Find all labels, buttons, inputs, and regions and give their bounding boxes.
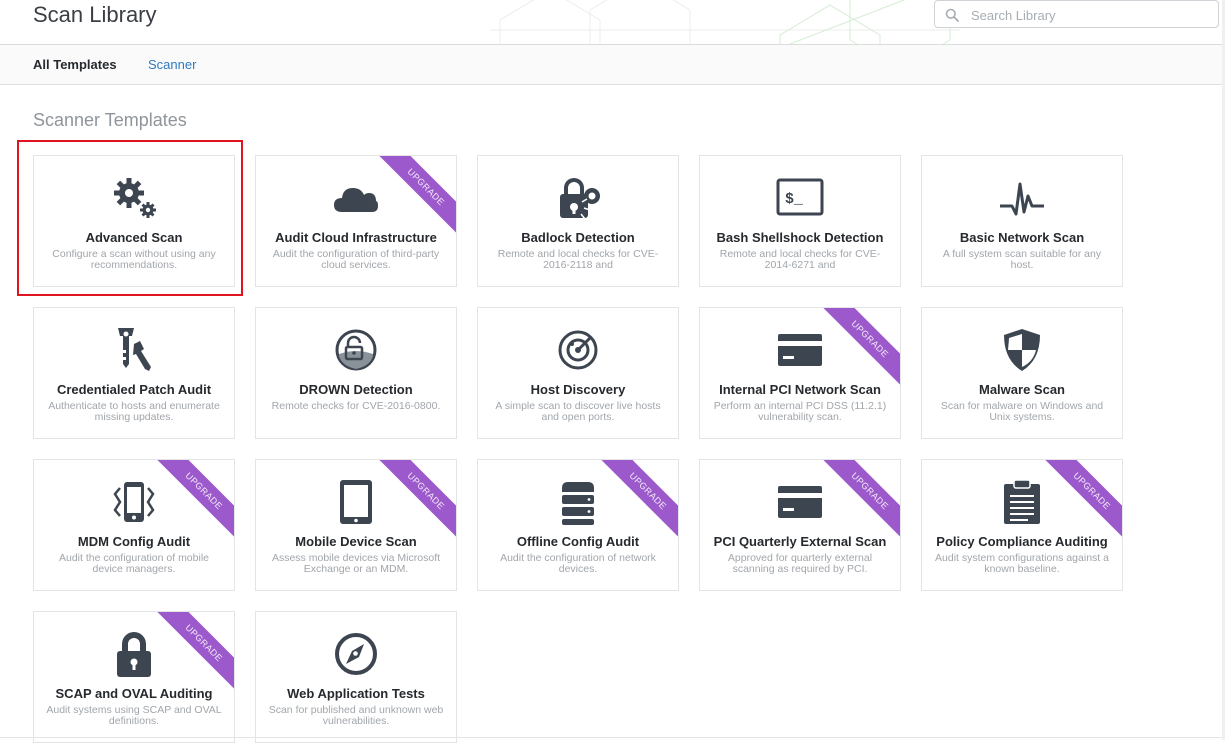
template-title: PCI Quarterly External Scan xyxy=(713,534,887,549)
template-title: Mobile Device Scan xyxy=(295,534,417,549)
upgrade-ribbon: UPGRADE xyxy=(376,460,456,540)
template-description: Audit system configurations against a kn… xyxy=(935,552,1109,575)
template-title: Advanced Scan xyxy=(85,230,183,245)
upgrade-ribbon-label: UPGRADE xyxy=(376,460,456,540)
upgrade-ribbon: UPGRADE xyxy=(820,460,900,540)
template-card-mobile-device-scan[interactable]: Mobile Device Scan Assess mobile devices … xyxy=(255,459,457,591)
template-description: Perform an internal PCI DSS (11.2.1) vul… xyxy=(713,400,887,423)
template-title: Policy Compliance Auditing xyxy=(936,534,1108,549)
footer-divider xyxy=(0,737,1225,738)
template-description: Scan for malware on Windows and Unix sys… xyxy=(940,400,1104,423)
template-title: Offline Config Audit xyxy=(516,534,640,549)
template-title: Malware Scan xyxy=(979,382,1065,397)
template-description: Approved for quarterly external scanning… xyxy=(727,552,873,575)
template-card-scap-and-oval-auditing[interactable]: SCAP and OVAL Auditing Audit systems usin… xyxy=(33,611,235,743)
template-card-basic-network-scan[interactable]: Basic Network Scan A full system scan sui… xyxy=(921,155,1123,287)
search-input[interactable] xyxy=(969,4,1213,26)
upgrade-ribbon-label: UPGRADE xyxy=(820,460,900,540)
upgrade-ribbon-label: UPGRADE xyxy=(154,612,234,692)
template-card-offline-config-audit[interactable]: Offline Config Audit Audit the configurat… xyxy=(477,459,679,591)
search-box[interactable] xyxy=(934,0,1219,28)
template-card-bash-shellshock-detection[interactable]: $_ Bash Shellshock Detection Remote and lo… xyxy=(699,155,901,287)
template-description: A simple scan to discover live hosts and… xyxy=(495,400,661,423)
drown-icon xyxy=(335,329,377,371)
upgrade-ribbon: UPGRADE xyxy=(376,156,456,236)
lock-icon xyxy=(117,632,151,677)
terminal-icon: $_ xyxy=(776,178,824,216)
credit-card-icon xyxy=(778,334,822,366)
template-card-advanced-scan[interactable]: Advanced Scan Configure a scan without us… xyxy=(33,155,235,287)
tab-scanner[interactable]: Scanner xyxy=(148,57,196,73)
mobile-vibrate-icon xyxy=(113,482,155,522)
upgrade-ribbon-label: UPGRADE xyxy=(154,460,234,540)
header-background-pattern xyxy=(490,0,960,44)
template-title: MDM Config Audit xyxy=(77,534,191,549)
template-title: SCAP and OVAL Auditing xyxy=(55,686,213,701)
upgrade-ribbon-label: UPGRADE xyxy=(598,460,678,540)
template-description: A full system scan suitable for any host… xyxy=(942,248,1102,271)
upgrade-ribbon: UPGRADE xyxy=(820,308,900,388)
template-description: Remote checks for CVE-2016-0800. xyxy=(271,400,441,412)
template-card-policy-compliance-auditing[interactable]: Policy Compliance Auditing Audit system c… xyxy=(921,459,1123,591)
template-title: Badlock Detection xyxy=(521,230,635,245)
template-card-mdm-config-audit[interactable]: MDM Config Audit Audit the configuration … xyxy=(33,459,235,591)
template-title: DROWN Detection xyxy=(299,382,413,397)
template-card-audit-cloud-infrastructure[interactable]: Audit Cloud Infrastructure Audit the conf… xyxy=(255,155,457,287)
template-description: Authenticate to hosts and enumerate miss… xyxy=(48,400,220,423)
tablet-icon xyxy=(340,480,372,524)
section-title: Scanner Templates xyxy=(33,110,187,130)
keys-icon xyxy=(118,328,151,371)
upgrade-ribbon-label: UPGRADE xyxy=(376,156,456,236)
upgrade-ribbon: UPGRADE xyxy=(154,460,234,540)
template-card-credentialed-patch-audit[interactable]: Credentialed Patch Audit Authenticate to … xyxy=(33,307,235,439)
template-description: Remote and local checks for CVE-2014-627… xyxy=(719,248,881,271)
shield-icon xyxy=(1004,329,1040,371)
template-card-malware-scan[interactable]: Malware Scan Scan for malware on Windows … xyxy=(921,307,1123,439)
template-card-host-discovery[interactable]: Host Discovery A simple scan to discover … xyxy=(477,307,679,439)
template-description: Audit the configuration of third-party c… xyxy=(272,248,440,271)
template-description: Audit systems using SCAP and OVAL defini… xyxy=(46,704,222,727)
pulse-icon xyxy=(1000,182,1044,216)
cloud-icon xyxy=(334,188,378,212)
svg-text:$_: $_ xyxy=(785,191,804,208)
upgrade-ribbon-label: UPGRADE xyxy=(820,308,900,388)
template-description: Audit the configuration of network devic… xyxy=(500,552,656,575)
clipboard-icon xyxy=(1004,479,1040,524)
template-description: Scan for published and unknown web vulne… xyxy=(268,704,444,727)
template-card-internal-pci-network-scan[interactable]: Internal PCI Network Scan Perform an inte… xyxy=(699,307,901,439)
gears-icon xyxy=(114,178,156,218)
template-tabs: All Templates Scanner xyxy=(0,45,1225,85)
template-title: Web Application Tests xyxy=(287,686,425,701)
template-description: Audit the configuration of mobile device… xyxy=(58,552,209,575)
template-title: Credentialed Patch Audit xyxy=(56,382,212,397)
upgrade-ribbon: UPGRADE xyxy=(598,460,678,540)
template-title: Bash Shellshock Detection xyxy=(716,230,884,245)
tab-all-templates[interactable]: All Templates xyxy=(33,57,117,73)
page-header: Scan Library xyxy=(0,0,1225,45)
template-card-badlock-detection[interactable]: Badlock Detection Remote and local checks… xyxy=(477,155,679,287)
template-title: Audit Cloud Infrastructure xyxy=(275,230,437,245)
template-card-pci-quarterly-external-scan[interactable]: PCI Quarterly External Scan Approved for … xyxy=(699,459,901,591)
template-description: Assess mobile devices via Microsoft Exch… xyxy=(271,552,441,575)
upgrade-ribbon: UPGRADE xyxy=(154,612,234,692)
badlock-icon xyxy=(560,178,600,220)
template-description: Configure a scan without using any recom… xyxy=(52,248,216,271)
template-description: Remote and local checks for CVE-2016-211… xyxy=(497,248,659,271)
search-icon xyxy=(945,8,959,22)
upgrade-ribbon: UPGRADE xyxy=(1042,460,1122,540)
credit-card-icon xyxy=(778,486,822,518)
template-title: Basic Network Scan xyxy=(959,230,1085,245)
compass-icon xyxy=(335,633,377,675)
radar-icon xyxy=(558,330,598,370)
upgrade-ribbon-label: UPGRADE xyxy=(1042,460,1122,540)
template-title: Internal PCI Network Scan xyxy=(719,382,881,397)
template-card-web-application-tests[interactable]: Web Application Tests Scan for published … xyxy=(255,611,457,743)
template-title: Host Discovery xyxy=(530,382,626,397)
template-card-drown-detection[interactable]: DROWN Detection Remote checks for CVE-201… xyxy=(255,307,457,439)
server-stack-icon xyxy=(562,482,594,525)
page-title: Scan Library xyxy=(33,2,157,27)
